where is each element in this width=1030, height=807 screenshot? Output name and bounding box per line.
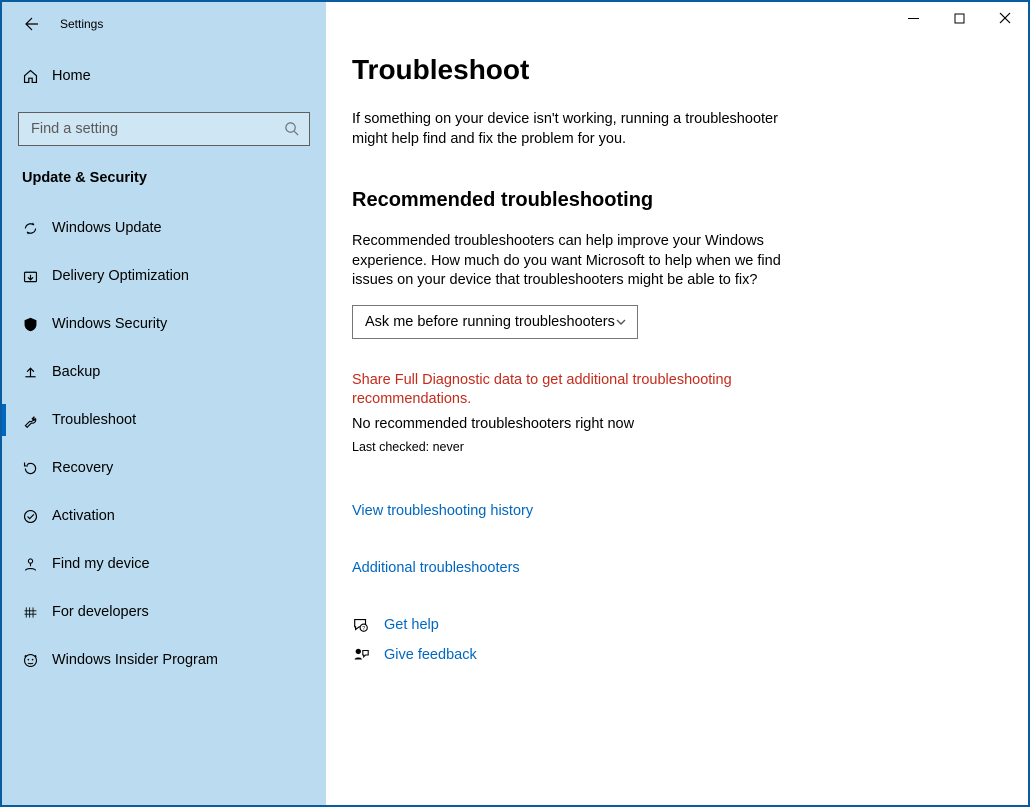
nav-label: For developers xyxy=(52,604,149,620)
content-area: Troubleshoot If something on your device… xyxy=(326,2,886,664)
nav-label: Backup xyxy=(52,364,100,380)
home-icon xyxy=(22,68,52,85)
home-label: Home xyxy=(52,68,91,84)
search-box[interactable] xyxy=(18,112,310,146)
chevron-down-icon xyxy=(615,316,627,328)
nav-windows-insider[interactable]: Windows Insider Program xyxy=(2,636,326,684)
troubleshooter-mode-dropdown[interactable]: Ask me before running troubleshooters xyxy=(352,305,638,339)
nav-activation[interactable]: Activation xyxy=(2,492,326,540)
nav-label: Windows Security xyxy=(52,316,167,332)
main-panel: Troubleshoot If something on your device… xyxy=(326,2,1028,805)
app-title: Settings xyxy=(60,17,103,31)
sidebar: Settings Home Update & Security Windows … xyxy=(2,2,326,805)
additional-troubleshooters-link[interactable]: Additional troubleshooters xyxy=(352,560,520,576)
close-button[interactable] xyxy=(982,2,1028,34)
backup-icon xyxy=(22,364,52,381)
view-history-link[interactable]: View troubleshooting history xyxy=(352,503,533,519)
recommended-description: Recommended troubleshooters can help imp… xyxy=(352,232,782,291)
sync-icon xyxy=(22,220,52,237)
insider-icon xyxy=(22,652,52,669)
minimize-button[interactable] xyxy=(890,2,936,34)
search-icon xyxy=(284,121,299,137)
dropdown-value: Ask me before running troubleshooters xyxy=(365,314,615,330)
nav-label: Delivery Optimization xyxy=(52,268,189,284)
home-button[interactable]: Home xyxy=(2,54,326,98)
nav-for-developers[interactable]: For developers xyxy=(2,588,326,636)
nav-label: Activation xyxy=(52,508,115,524)
nav-windows-security[interactable]: Windows Security xyxy=(2,300,326,348)
sidebar-header: Settings xyxy=(2,2,326,46)
nav-list: Windows Update Delivery Optimization Win… xyxy=(2,204,326,684)
section-header: Update & Security xyxy=(2,146,326,194)
recovery-icon xyxy=(22,460,52,477)
search-input[interactable] xyxy=(29,120,284,138)
nav-delivery-optimization[interactable]: Delivery Optimization xyxy=(2,252,326,300)
check-circle-icon xyxy=(22,508,52,525)
wrench-icon xyxy=(22,412,52,429)
nav-find-my-device[interactable]: Find my device xyxy=(2,540,326,588)
shield-icon xyxy=(22,316,52,333)
feedback-icon xyxy=(352,646,370,664)
maximize-button[interactable] xyxy=(936,2,982,34)
nav-label: Windows Insider Program xyxy=(52,652,218,668)
diagnostic-warning: Share Full Diagnostic data to get additi… xyxy=(352,371,772,410)
delivery-icon xyxy=(22,268,52,285)
give-feedback-row[interactable]: Give feedback xyxy=(352,646,886,664)
nav-recovery[interactable]: Recovery xyxy=(2,444,326,492)
nav-label: Find my device xyxy=(52,556,150,572)
get-help-link[interactable]: Get help xyxy=(384,617,439,633)
give-feedback-link[interactable]: Give feedback xyxy=(384,647,477,663)
no-recommended-text: No recommended troubleshooters right now xyxy=(352,416,886,432)
window-controls xyxy=(890,2,1028,34)
nav-label: Troubleshoot xyxy=(52,412,136,428)
help-chat-icon: ? xyxy=(352,616,370,634)
page-title: Troubleshoot xyxy=(352,54,886,86)
intro-text: If something on your device isn't workin… xyxy=(352,110,782,149)
nav-troubleshoot[interactable]: Troubleshoot xyxy=(2,396,326,444)
recommended-heading: Recommended troubleshooting xyxy=(352,189,886,212)
svg-text:?: ? xyxy=(362,626,365,632)
nav-windows-update[interactable]: Windows Update xyxy=(2,204,326,252)
location-icon xyxy=(22,556,52,573)
back-icon[interactable] xyxy=(22,16,38,32)
nav-label: Windows Update xyxy=(52,220,162,236)
developer-icon xyxy=(22,604,52,621)
settings-window: Settings Home Update & Security Windows … xyxy=(0,0,1030,807)
nav-label: Recovery xyxy=(52,460,113,476)
nav-backup[interactable]: Backup xyxy=(2,348,326,396)
get-help-row[interactable]: ? Get help xyxy=(352,616,886,634)
last-checked-text: Last checked: never xyxy=(352,440,886,454)
